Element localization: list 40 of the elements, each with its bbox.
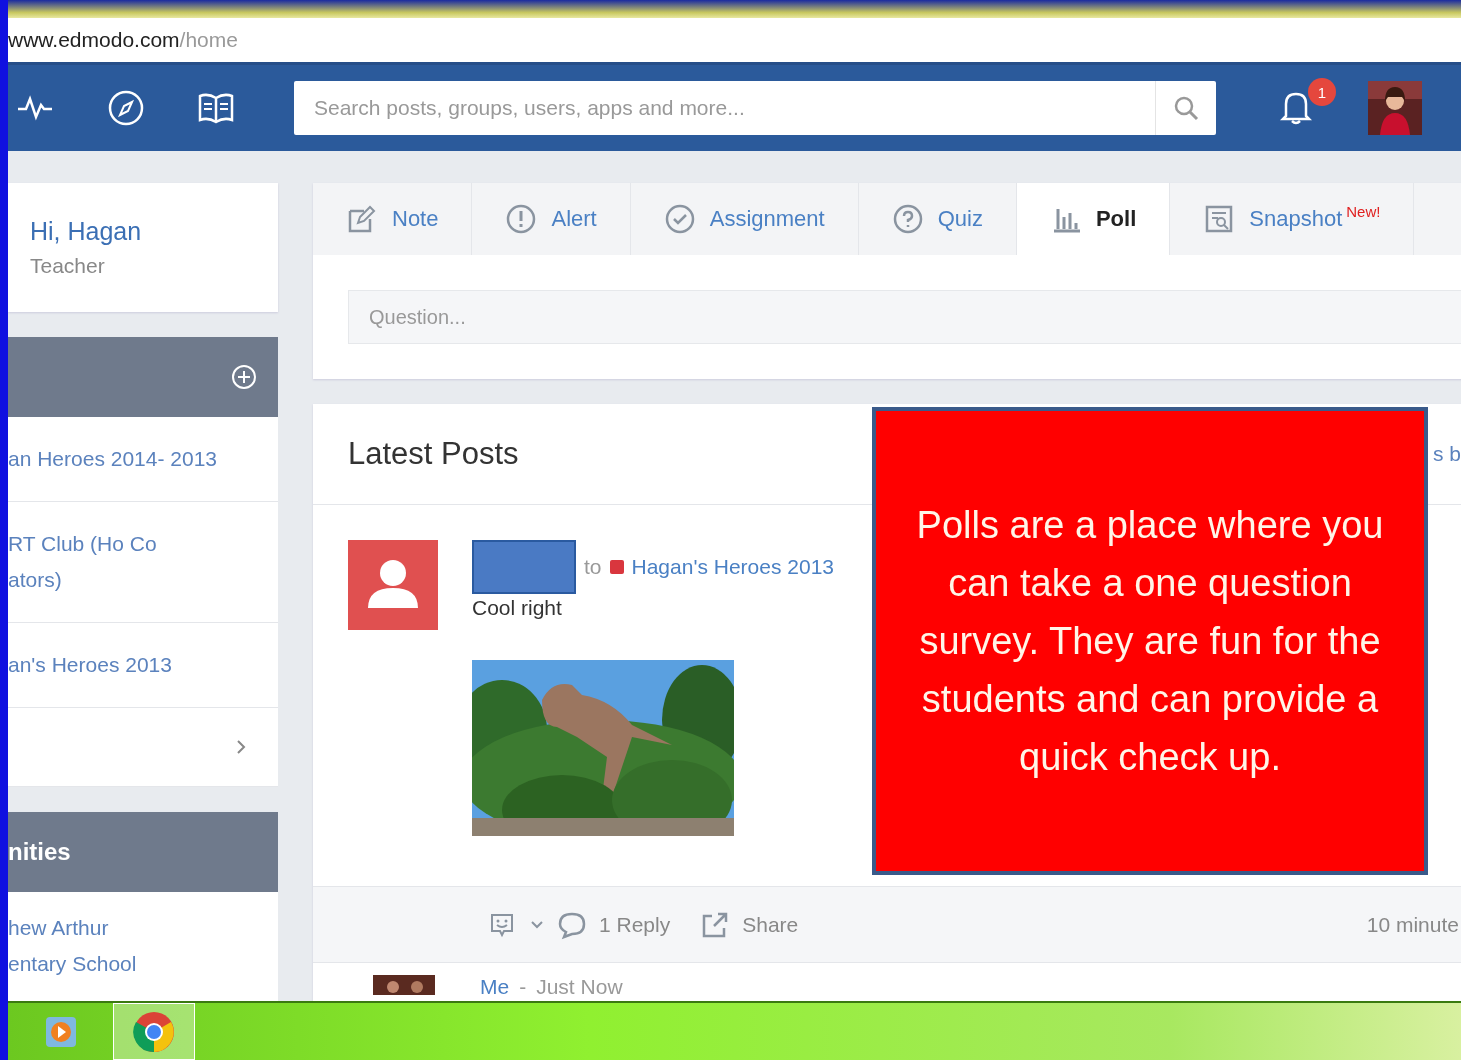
filter-link[interactable]: s b xyxy=(1433,442,1461,466)
callout-text: Polls are a place where you can take a one question survey. They are fun for the students and can provide a quick check up. xyxy=(915,503,1385,780)
user-avatar-icon xyxy=(348,540,438,630)
community-link[interactable]: hew Arthur entary School xyxy=(8,892,278,1001)
media-player-icon xyxy=(43,1014,78,1049)
reply-link[interactable]: 1 Reply xyxy=(599,912,671,937)
group-link[interactable]: RT Club (Ho Co ators) xyxy=(8,502,278,623)
composer-tab[interactable]: Snapshot $^{New!}$ xyxy=(1170,183,1415,255)
composer-tab[interactable]: Assignment xyxy=(630,183,859,255)
taskbar-button[interactable] xyxy=(113,1003,195,1060)
group-link[interactable]: an Heroes 2014- 2013 xyxy=(8,417,278,502)
alert-icon xyxy=(505,203,538,235)
question-icon xyxy=(891,203,924,235)
search-field[interactable]: Search posts, groups, users, apps and more... xyxy=(294,81,1216,135)
compass-icon[interactable] xyxy=(106,88,146,128)
greeting[interactable]: Hi, Hagan xyxy=(30,217,256,246)
separator: - xyxy=(519,975,527,999)
author-link[interactable]: Me xyxy=(480,975,510,999)
question-field[interactable]: Question... xyxy=(348,290,1461,344)
notification-badge: 1 xyxy=(1308,78,1336,106)
composer-tab[interactable]: Quiz xyxy=(858,183,1017,255)
check-icon xyxy=(663,203,696,235)
composer-tab[interactable]: Alert xyxy=(472,183,631,255)
browser-icon xyxy=(132,1009,176,1054)
group-link[interactable]: Hagan's Heroes 2013 xyxy=(631,555,834,579)
post-text: Cool right xyxy=(472,596,563,620)
caret-icon[interactable] xyxy=(529,918,545,931)
communities-header: nities xyxy=(8,812,278,892)
composer-tab[interactable]: Note xyxy=(313,183,473,255)
search-icon[interactable] xyxy=(1172,94,1200,122)
user-role: Teacher xyxy=(30,254,106,278)
note-icon xyxy=(346,203,378,235)
recipient-prefix: to xyxy=(584,555,602,579)
post-time: Just Now xyxy=(536,975,623,999)
composer-tab[interactable]: Poll xyxy=(1016,183,1171,255)
feed-title: Latest Posts xyxy=(348,436,519,472)
post-time: 10 minute xyxy=(1366,912,1459,937)
add-icon[interactable] xyxy=(230,363,258,391)
group-link[interactable]: an's Heroes 2013 xyxy=(8,623,278,708)
share-link[interactable]: Share xyxy=(742,912,799,937)
